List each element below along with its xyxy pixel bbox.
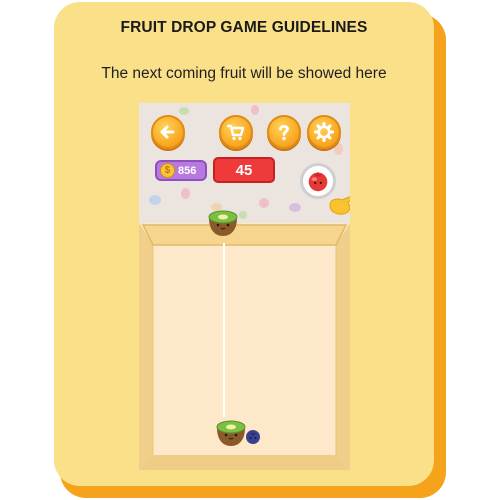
gear-icon [314, 122, 334, 142]
background-decoration [259, 198, 269, 208]
bottom-fruit-blueberry [246, 430, 260, 444]
pointer-hand-icon [329, 196, 350, 215]
background-decoration [251, 105, 259, 115]
score-value: 45 [235, 162, 253, 179]
background-decoration [179, 107, 189, 115]
coin-count: 856 [178, 165, 197, 177]
back-button[interactable] [151, 115, 185, 149]
cart-icon [226, 124, 245, 141]
game-top-area: $ 856 45 [139, 103, 350, 233]
settings-button[interactable] [307, 115, 341, 149]
guidelines-subtitle: The next coming fruit will be showed her… [101, 65, 387, 82]
score-display: 45 [213, 157, 275, 183]
help-button[interactable] [267, 115, 301, 149]
coin-counter: $ 856 [155, 160, 207, 181]
game-screenshot: $ 856 45 [139, 103, 350, 470]
question-icon [279, 124, 289, 141]
coin-icon: $ [160, 163, 175, 178]
drop-guide-line [223, 243, 225, 417]
guidelines-title: FRUIT DROP GAME GUIDELINES [120, 19, 368, 36]
current-fruit-kiwi [208, 210, 238, 236]
background-decoration [289, 203, 301, 212]
background-decoration [239, 211, 247, 219]
background-decoration [149, 195, 161, 205]
bottom-fruit-kiwi [216, 420, 246, 446]
arrow-left-icon [160, 125, 175, 139]
shop-button[interactable] [219, 115, 253, 149]
background-decoration [334, 143, 343, 155]
background-decoration [181, 188, 190, 199]
